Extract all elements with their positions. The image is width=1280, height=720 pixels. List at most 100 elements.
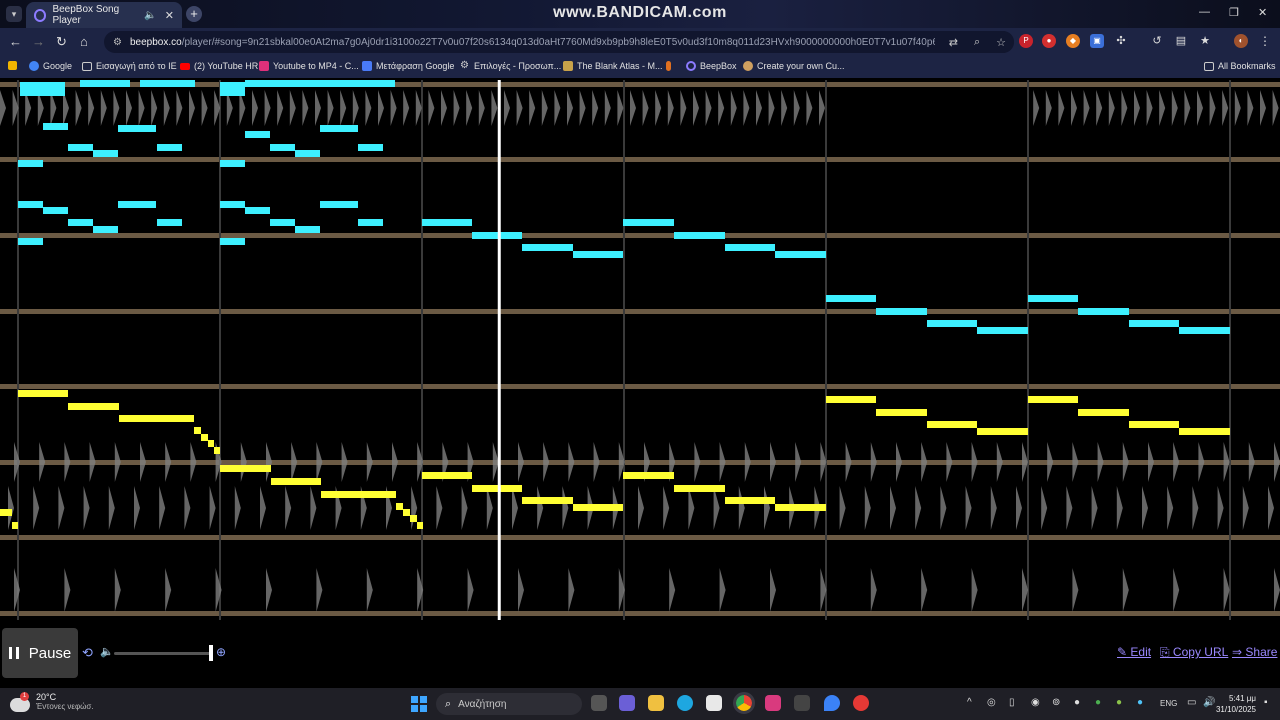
drum-hit-1-47 — [1198, 442, 1205, 482]
drum-hit-1-13 — [341, 442, 348, 482]
drum-hit-0-63 — [793, 90, 800, 126]
notifications-icon[interactable]: ▪ — [1264, 697, 1268, 708]
back-icon[interactable]: ← — [9, 34, 22, 49]
bookmark-star-icon[interactable]: ☆ — [996, 36, 1006, 49]
network-icon[interactable]: ▭ — [1187, 697, 1196, 708]
song-visualizer[interactable] — [0, 80, 1280, 620]
extensions-puzzle-icon[interactable]: ✣ — [1114, 34, 1128, 48]
tray-icon-2[interactable]: ▯ — [1009, 697, 1015, 708]
bar-line-3 — [623, 80, 625, 620]
address-bar[interactable]: ⚙ beepbox.co /player/#song=9n21sbkal00e0… — [104, 31, 1014, 53]
app-pink-icon[interactable] — [765, 695, 781, 711]
history-icon[interactable]: ↺ — [1150, 34, 1164, 48]
extension-orange-icon[interactable]: ◆ — [1066, 34, 1080, 48]
menu-icon[interactable]: ⋮ — [1258, 34, 1272, 48]
channel1-note-3 — [93, 150, 118, 157]
minimize-icon[interactable]: — — [1199, 6, 1210, 18]
reload-icon[interactable]: ↻ — [56, 34, 67, 50]
audio-editor-icon[interactable] — [794, 695, 810, 711]
extension-blue-icon[interactable]: ▣ — [1090, 34, 1104, 48]
tray-icon-4[interactable]: ⊚ — [1052, 697, 1060, 708]
drum-hit-0-50 — [630, 90, 636, 126]
tray-icon-3[interactable]: ◉ — [1031, 697, 1040, 708]
teams-icon[interactable] — [619, 695, 635, 711]
copy-url-link[interactable]: ⎘ Copy URL — [1160, 645, 1228, 660]
share-link[interactable]: ⇒ Share — [1232, 645, 1277, 659]
site-info-icon[interactable]: ⚙ — [113, 37, 122, 48]
taskbar-search[interactable]: ⌕ Αναζήτηση — [436, 693, 582, 715]
close-window-icon[interactable]: ✕ — [1258, 6, 1267, 19]
edit-link[interactable]: ✎ Edit — [1117, 645, 1151, 659]
volume-icon: 🔈 — [100, 646, 114, 658]
drum-hit-0-39 — [491, 90, 498, 126]
bookmark-blank-atlas[interactable]: The Blank Atlas - M... — [563, 61, 663, 71]
tray-icon-6[interactable]: ● — [1095, 697, 1101, 708]
bookmark-ie-import[interactable]: Εισαγωγή από το IE — [82, 61, 177, 71]
bookmarks-panel-icon[interactable]: ★ — [1198, 34, 1212, 48]
bookmark-google[interactable]: Google — [29, 61, 72, 71]
drum-hit-0-64 — [806, 90, 813, 126]
weather-widget[interactable]: 1 20°C Έντονες νεφώσ. — [10, 692, 94, 712]
store-icon[interactable] — [706, 695, 722, 711]
all-bookmarks[interactable]: All Bookmarks — [1204, 61, 1276, 71]
drum-hit-3-15 — [770, 568, 776, 612]
bookmark-create-cookie[interactable]: Create your own Cu... — [743, 61, 845, 71]
taskbar-clock[interactable]: 5:41 μμ 31/10/2025 — [1216, 693, 1256, 715]
home-icon[interactable]: ⌂ — [80, 34, 88, 49]
tray-icon-8[interactable]: ● — [1137, 697, 1143, 708]
pinterest-icon[interactable]: P — [1019, 34, 1033, 48]
bookmark-yt-mp4[interactable]: Youtube to MP4 - C... — [259, 61, 359, 71]
pause-button[interactable]: Pause — [2, 628, 78, 678]
tray-icon-1[interactable]: ◎ — [987, 697, 996, 708]
drum-hit-0-31 — [390, 90, 397, 126]
bandicam-record-icon[interactable] — [853, 695, 869, 711]
adblock-icon[interactable]: ● — [1042, 34, 1056, 48]
channel1-note-6 — [220, 160, 245, 167]
forward-icon[interactable]: → — [32, 34, 45, 49]
bookmark-mic[interactable] — [666, 61, 675, 71]
drum-hit-3-6 — [316, 568, 323, 612]
zoom-in-icon[interactable]: ⊕ — [216, 645, 226, 659]
bookmark-beepbox[interactable]: BeepBox — [686, 61, 737, 71]
channel2-note-29 — [1078, 409, 1129, 416]
bookmark-youtube-hr[interactable]: (2) YouTube HR — [180, 61, 258, 71]
profile-avatar[interactable]: ◐ — [1234, 34, 1248, 48]
speaker-icon[interactable]: 🔊 — [1203, 697, 1215, 708]
volume-slider-handle[interactable] — [209, 645, 213, 661]
file-explorer-icon[interactable] — [648, 695, 664, 711]
restore-icon[interactable]: ❐ — [1229, 6, 1239, 19]
url-path: /player/#song=9n21sbkal00e0At2ma7g0Aj0dr… — [181, 36, 1000, 48]
drum-hit-1-38 — [971, 442, 978, 482]
channel1-note-9 — [295, 150, 320, 157]
drum-hit-1-4 — [114, 442, 121, 482]
windows-start-icon[interactable] — [411, 696, 427, 712]
chrome-icon[interactable] — [733, 692, 755, 714]
pause-icon — [8, 647, 19, 659]
folder-icon — [82, 61, 92, 71]
tray-expand-icon[interactable]: ^ — [967, 697, 972, 708]
channel1-note-12 — [18, 201, 43, 208]
color-drop-icon[interactable] — [824, 695, 840, 711]
drum-hit-0-71 — [1096, 90, 1103, 126]
tray-icon-7[interactable]: ● — [1116, 697, 1122, 708]
drum-hit-0-75 — [1146, 90, 1153, 126]
drum-hit-0-20 — [252, 90, 258, 126]
zoom-icon[interactable]: ⌕ — [974, 36, 980, 49]
bookmark-translate[interactable]: Μετάφραση Google — [362, 61, 454, 71]
loop-icon[interactable]: ⟲ — [82, 645, 93, 661]
drum-hit-1-45 — [1148, 442, 1154, 482]
tray-icon-5[interactable]: ● — [1074, 697, 1080, 708]
task-view-icon[interactable] — [591, 695, 607, 711]
translate-icon[interactable]: ⇄ — [949, 36, 958, 49]
reading-mode-icon[interactable]: ▤ — [1174, 34, 1188, 48]
bar-line-6 — [1229, 80, 1231, 620]
drum-hit-3-3 — [165, 568, 172, 612]
drum-hit-0-62 — [781, 90, 788, 126]
bookmark-settings[interactable]: ⚙ Επιλογές - Προσωπ... — [460, 61, 561, 72]
apps-icon[interactable] — [8, 61, 21, 70]
language-indicator[interactable]: ENG — [1160, 699, 1177, 708]
edge-icon[interactable] — [677, 695, 693, 711]
volume-slider[interactable] — [114, 652, 210, 655]
drum-hit-0-80 — [1209, 90, 1216, 126]
channel1-phrase-note-4 — [623, 219, 674, 226]
